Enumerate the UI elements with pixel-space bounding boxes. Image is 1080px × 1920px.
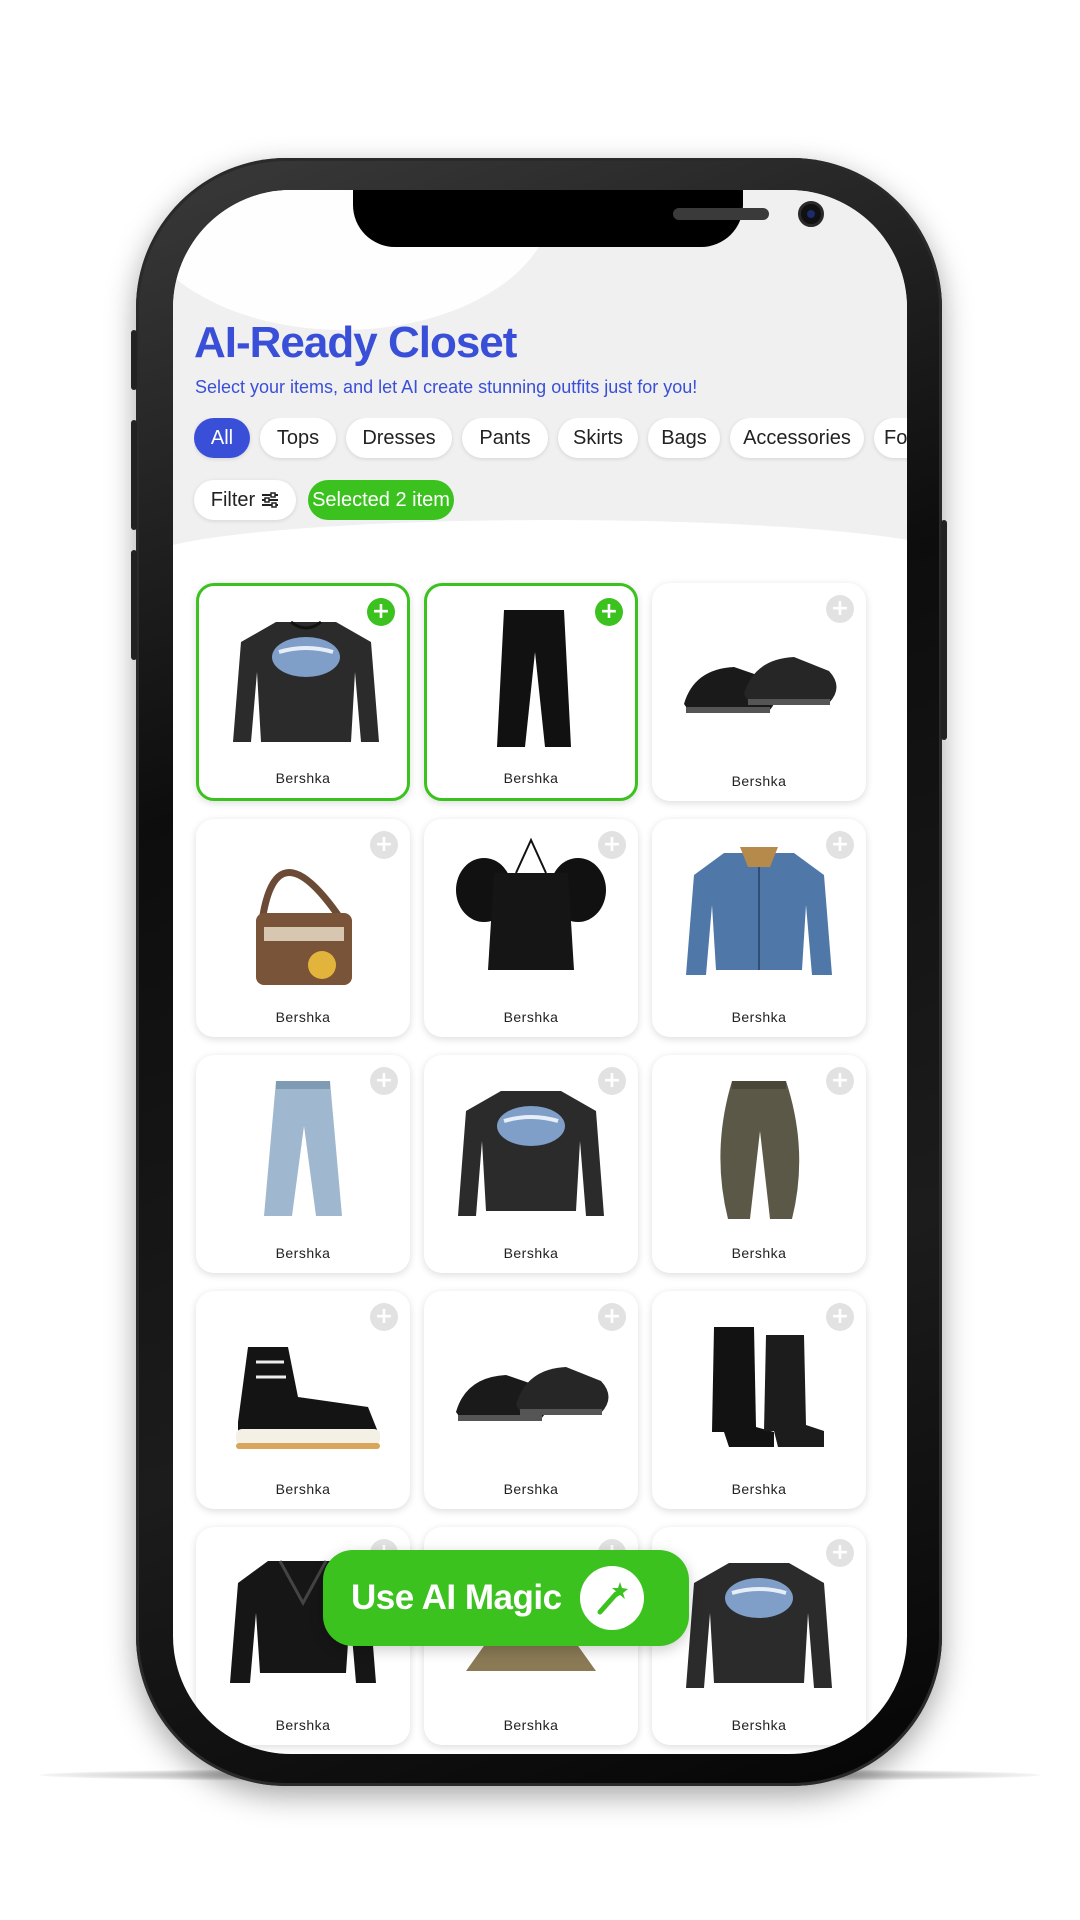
add-item-icon[interactable]: + [826,831,854,859]
volume-down-button [131,550,137,660]
volume-up-button [131,420,137,530]
closet-item-card[interactable]: + Bershka [652,1291,866,1509]
page-title: AI-Ready Closet [194,318,517,367]
app-screen: AI-Ready Closet Select your items, and l… [173,190,907,1754]
item-brand: Bershka [275,1245,331,1261]
closet-item-card[interactable]: + Bershka [652,1055,866,1273]
use-ai-magic-button[interactable]: Use AI Magic [323,1550,689,1646]
mute-switch [131,330,137,390]
closet-item-card[interactable]: + Bershka [196,1055,410,1273]
filter-button[interactable]: Filter [194,480,296,520]
closet-item-card[interactable]: + Bershka [196,583,410,801]
item-brand: Bershka [275,770,331,786]
tab-bags[interactable]: Bags [648,418,720,458]
tab-pants[interactable]: Pants [462,418,548,458]
loafers-image [456,1367,609,1421]
item-brand: Bershka [275,1717,331,1733]
notch [353,190,824,247]
denim-jacket-image [686,847,832,975]
closet-item-card[interactable]: + Bershka [424,583,638,801]
closet-item-card[interactable]: + Bershka [424,819,638,1037]
add-item-icon[interactable]: + [598,1067,626,1095]
closet-item-card[interactable]: + Bershka [424,1291,638,1509]
add-item-icon[interactable]: + [367,598,395,626]
power-button [941,520,947,740]
add-item-icon[interactable]: + [826,1067,854,1095]
sweatshirt-image [233,620,379,742]
magic-wand-icon [579,1566,644,1630]
closet-item-card[interactable]: + Bershka [652,583,866,801]
item-brand: Bershka [503,1481,559,1497]
closet-item-card[interactable]: + Bershka [196,819,410,1037]
shoulder-bag-image [256,869,352,985]
item-brand: Bershka [731,773,787,789]
tab-tops[interactable]: Tops [260,418,336,458]
sweatshirt-image [686,1563,832,1688]
item-brand: Bershka [275,1009,331,1025]
tab-footwear[interactable]: Fo [874,418,907,458]
add-item-icon[interactable]: + [370,1303,398,1331]
item-brand: Bershka [503,1009,559,1025]
ankle-boots-image [712,1327,824,1447]
add-item-icon[interactable]: + [598,831,626,859]
closet-item-card[interactable]: + Bershka [652,1527,866,1745]
add-item-icon[interactable]: + [826,595,854,623]
selected-count-badge[interactable]: Selected 2 item [308,480,454,520]
add-item-icon[interactable]: + [826,1303,854,1331]
sweatshirt-image [458,1091,604,1216]
tab-skirts[interactable]: Skirts [558,418,638,458]
add-item-icon[interactable]: + [826,1539,854,1567]
closet-item-card[interactable]: + Bershka [196,1291,410,1509]
loafers-image [684,657,837,713]
use-ai-magic-label: Use AI Magic [351,1578,562,1617]
filter-label: Filter [210,488,256,511]
item-brand: Bershka [731,1717,787,1733]
add-item-icon[interactable]: + [370,1067,398,1095]
speaker-grille [673,208,769,220]
item-brand: Bershka [503,1245,559,1261]
add-item-icon[interactable]: + [595,598,623,626]
add-item-icon[interactable]: + [598,1303,626,1331]
closet-item-card[interactable]: + Bershka [652,819,866,1037]
item-brand: Bershka [731,1245,787,1261]
page-subtitle: Select your items, and let AI create stu… [195,377,698,397]
closet-item-card[interactable]: + Bershka [424,1055,638,1273]
add-item-icon[interactable]: + [370,831,398,859]
item-brand: Bershka [275,1481,331,1497]
light-jeans-image [264,1081,342,1216]
tab-dresses[interactable]: Dresses [346,418,452,458]
item-brand: Bershka [503,1717,559,1733]
tab-all[interactable]: All [194,418,250,458]
item-brand: Bershka [503,770,559,786]
tab-accessories[interactable]: Accessories [730,418,864,458]
sliders-icon [262,492,279,508]
barrel-jeans-image [720,1081,800,1219]
trousers-image [497,610,571,747]
high-top-sneakers-image [236,1347,380,1449]
item-brand: Bershka [731,1481,787,1497]
puff-top-image [456,837,606,970]
item-brand: Bershka [731,1009,787,1025]
category-tabs: All Tops Dresses Pants Skirts Bags Acces… [194,418,907,462]
front-camera [798,201,824,227]
